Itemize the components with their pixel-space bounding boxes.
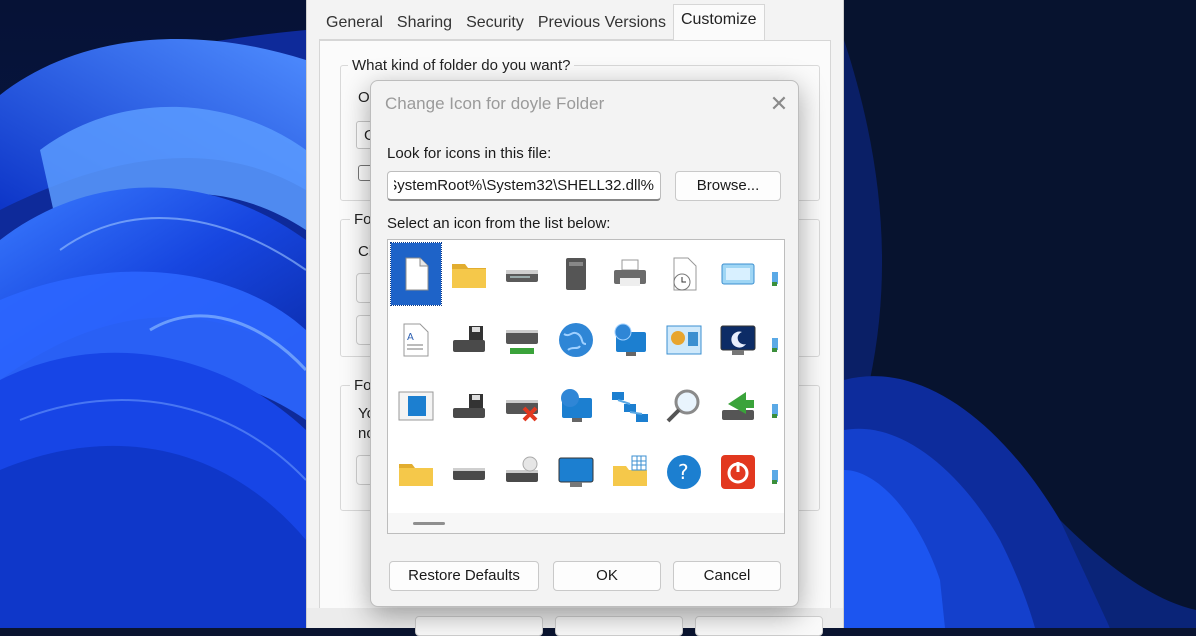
flat-drive-icon[interactable] bbox=[444, 441, 494, 503]
network-topology-icon[interactable] bbox=[605, 375, 655, 437]
text-document-icon[interactable]: A bbox=[391, 309, 441, 371]
cancel-button[interactable]: Cancel bbox=[673, 561, 781, 591]
svg-text:A: A bbox=[407, 332, 414, 343]
tab-sharing[interactable]: Sharing bbox=[389, 8, 460, 40]
clock-document-icon[interactable] bbox=[659, 243, 709, 305]
browse-button[interactable]: Browse... bbox=[675, 171, 781, 201]
select-icon-label: Select an icon from the list below: bbox=[387, 215, 611, 232]
partial-icon[interactable] bbox=[767, 375, 784, 437]
printer-icon[interactable] bbox=[605, 243, 655, 305]
power-icon[interactable] bbox=[713, 441, 763, 503]
control-panel-icon[interactable] bbox=[659, 309, 709, 371]
drive-icon[interactable] bbox=[497, 243, 547, 305]
horizontal-scrollbar[interactable] bbox=[388, 513, 784, 533]
help-icon[interactable]: ? bbox=[659, 441, 709, 503]
scrollbar-thumb[interactable] bbox=[413, 522, 445, 525]
dialog-title: Change Icon for doyle Folder bbox=[385, 94, 605, 113]
sleep-monitor-icon[interactable] bbox=[713, 309, 763, 371]
ok-button[interactable]: OK bbox=[553, 561, 661, 591]
yellow-folder-icon[interactable] bbox=[391, 441, 441, 503]
floppy-drive-icon[interactable] bbox=[444, 309, 494, 371]
restore-defaults-button[interactable]: Restore Defaults bbox=[389, 561, 539, 591]
window-app-icon[interactable] bbox=[713, 243, 763, 305]
partial-icon[interactable] bbox=[767, 309, 784, 371]
blank-document-icon[interactable] bbox=[390, 242, 442, 306]
properties-apply-button[interactable] bbox=[695, 616, 823, 636]
disconnected-drive-icon[interactable] bbox=[497, 375, 547, 437]
icon-list[interactable]: A? bbox=[387, 239, 785, 534]
magnifier-icon[interactable] bbox=[659, 375, 709, 437]
properties-cancel-button[interactable] bbox=[555, 616, 683, 636]
partial-icon[interactable] bbox=[767, 243, 784, 305]
network-drive-icon[interactable] bbox=[497, 309, 547, 371]
cd-drive-icon[interactable] bbox=[497, 441, 547, 503]
look-for-icons-label: Look for icons in this file: bbox=[387, 145, 552, 162]
tab-security[interactable]: Security bbox=[459, 8, 531, 40]
tab-previous-versions[interactable]: Previous Versions bbox=[530, 8, 673, 40]
properties-ok-button[interactable] bbox=[415, 616, 543, 636]
svg-text:?: ? bbox=[678, 460, 689, 484]
network-globe-monitor-icon[interactable] bbox=[551, 375, 601, 437]
tab-customize[interactable]: Customize bbox=[672, 4, 765, 40]
tab-general[interactable]: General bbox=[319, 8, 390, 40]
grid-folder-icon[interactable] bbox=[605, 441, 655, 503]
folder-kind-label: What kind of folder do you want? bbox=[348, 57, 575, 74]
monitor-icon[interactable] bbox=[551, 441, 601, 503]
globe-icon[interactable] bbox=[551, 309, 601, 371]
icon-file-path-input[interactable] bbox=[387, 171, 661, 201]
window-pane-icon[interactable] bbox=[391, 375, 441, 437]
chip-card-icon[interactable] bbox=[551, 243, 601, 305]
folder-icon[interactable] bbox=[444, 243, 494, 305]
change-icon-dialog: Change Icon for doyle Folder ✕ Look for … bbox=[370, 80, 799, 607]
properties-tabs: General Sharing Security Previous Versio… bbox=[319, 4, 765, 40]
partial-icon[interactable] bbox=[767, 441, 784, 503]
green-arrow-drive-icon[interactable] bbox=[713, 375, 763, 437]
network-monitor-icon[interactable] bbox=[605, 309, 655, 371]
close-icon[interactable]: ✕ bbox=[764, 90, 794, 118]
removable-drive-icon[interactable] bbox=[444, 375, 494, 437]
properties-button-bar bbox=[307, 608, 843, 636]
